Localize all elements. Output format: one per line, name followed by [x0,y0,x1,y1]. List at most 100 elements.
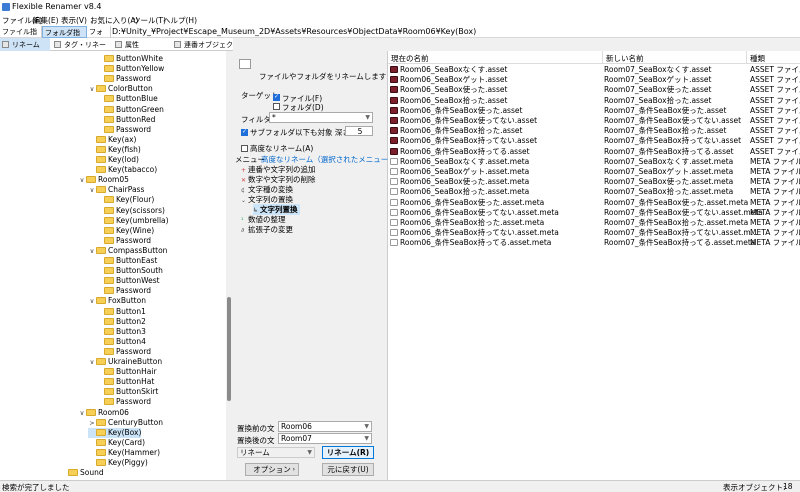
tab-attributes[interactable]: 属性 [113,38,163,51]
tree-node[interactable]: ∨ FoxButton [88,296,146,306]
tree-node[interactable]: Password [96,74,151,84]
chevron-down-icon[interactable]: ∨ [88,296,96,306]
tree-node[interactable]: Key(tabacco) [88,165,157,175]
tree-node[interactable]: Key(Card) [88,438,145,448]
tree-node[interactable]: ButtonSouth [96,266,163,276]
tree-node[interactable]: Key(fish) [88,145,141,155]
tree-node[interactable]: ButtonSkirt [96,387,158,397]
depth-field[interactable]: 5 [345,126,373,136]
undo-button[interactable]: 元に戻す(U) [322,463,374,476]
tree-node[interactable]: Password [96,125,151,135]
tree-node[interactable]: Key(Wine) [96,226,154,236]
tree-node[interactable]: Button1 [96,307,146,317]
tree-node[interactable]: Password [96,347,151,357]
menu-tools[interactable]: ツール(T) [133,15,166,26]
tab-rename[interactable]: リネーム [0,38,50,51]
tree-node[interactable]: ButtonHat [96,377,154,387]
menu-item-extension[interactable]: ∂ 拡張子の変更 [241,224,293,235]
tab-folder[interactable]: フォルダ [87,26,111,46]
tree-node[interactable]: Key(Flour) [96,195,154,205]
tree-node[interactable]: ∨ UkraineButton [88,357,162,367]
tree-node[interactable]: Key(Piggy) [88,458,148,468]
file-row[interactable]: Room06_SeaBoxゲット.asset.meta Room07_SeaBox… [388,167,800,177]
chevron-down-icon[interactable]: ∨ [78,408,86,418]
tree-node[interactable]: > CenturyButton [88,418,163,428]
target-file-checkbox[interactable] [273,93,280,101]
tree-node[interactable]: Button3 [96,327,146,337]
column-divider[interactable] [746,51,747,63]
file-list[interactable]: 現在の名前 新しい名前 種類 Room06_SeaBoxなくす.asset Roo… [388,51,800,480]
file-row[interactable]: Room06_SeaBox使った.asset.meta Room07_SeaBox… [388,177,800,187]
menu-favorites[interactable]: お気に入り(A) [90,15,138,26]
tree-node[interactable]: Password [96,397,151,407]
tree-node[interactable]: ∨ ChairPass [88,185,145,195]
rename-button[interactable]: リネーム(R) [322,446,374,459]
after-field[interactable]: Room07 ▼ [278,433,372,444]
file-row[interactable]: Room06_条件SeaBox使った.asset.meta Room07_条件Se… [388,198,800,208]
filter-select[interactable]: * ▼ [269,112,373,123]
tree-node[interactable]: ButtonEast [96,256,157,266]
tree-node[interactable]: ButtonGreen [96,105,164,115]
file-row[interactable]: Room06_条件SeaBox使ってない.asset.meta Room07_条件… [388,208,800,218]
tree-node[interactable]: Password [96,236,151,246]
path-field[interactable]: D:¥Unity_¥Project¥Escape_Museum_2D¥Asset… [112,27,476,36]
mode-select[interactable]: リネーム ▼ [237,447,315,458]
target-folder-checkbox[interactable] [273,103,280,110]
file-row[interactable]: Room06_SeaBox使った.asset Room07_SeaBox使った.a… [388,85,800,95]
file-row[interactable]: Room06_SeaBox拾った.asset.meta Room07_SeaBox… [388,187,800,197]
tree-node[interactable]: Key(Hammer) [88,448,160,458]
file-row[interactable]: Room06_条件SeaBox拾った.asset Room07_条件SeaBox拾… [388,126,800,136]
file-row[interactable]: Room06_SeaBoxゲット.asset Room07_SeaBoxゲット.a… [388,75,800,85]
chevron-right-icon[interactable]: > [88,418,96,428]
file-row[interactable]: Room06_条件SeaBox使った.asset Room07_条件SeaBox使… [388,106,800,116]
tree-node[interactable]: ButtonWhite [96,54,163,64]
subfolder-checkbox[interactable] [241,128,248,136]
tree-node[interactable]: ∨ Room05 [78,175,129,185]
tree-node[interactable]: ∨ CompassButton [88,246,168,256]
menu-view[interactable]: 表示(V) [61,15,87,26]
file-row[interactable]: Room06_条件SeaBox持ってる.asset Room07_条件SeaBox… [388,147,800,157]
menu-edit[interactable]: 編集(E) [33,15,59,26]
chevron-down-icon[interactable]: ∨ [78,175,86,185]
tree-node[interactable]: Key(ax) [88,135,136,145]
tree-node[interactable]: ButtonBlue [96,94,158,104]
file-row[interactable]: Room06_条件SeaBox持ってる.asset.meta Room07_条件S… [388,238,800,248]
tree-node[interactable]: Button4 [96,337,146,347]
file-row[interactable]: Room06_SeaBoxなくす.asset.meta Room07_SeaBox… [388,157,800,167]
tree-node[interactable]: Key(scissors) [96,206,165,216]
option-button[interactable]: オプション › [245,463,299,476]
file-row[interactable]: Room06_条件SeaBox持ってない.asset.meta Room07_条件… [388,228,800,238]
tree-node[interactable]: Key(umbrella) [96,216,169,226]
chevron-down-icon[interactable]: ∨ [88,185,96,195]
tree-node[interactable]: ButtonWest [96,276,160,286]
tree-node[interactable]: Sound [60,468,104,478]
file-row[interactable]: Room06_条件SeaBox持ってない.asset Room07_条件SeaBo… [388,136,800,146]
file-row[interactable]: Room06_条件SeaBox拾った.asset.meta Room07_条件Se… [388,218,800,228]
tab-tag-rename[interactable]: タグ・リネーム [52,38,112,59]
tree-node[interactable]: ButtonRed [96,115,155,125]
menu-help[interactable]: ヘルプ(H) [163,15,197,26]
advanced-checkbox[interactable] [241,145,248,152]
tree-node[interactable]: Button2 [96,317,146,327]
column-divider[interactable] [602,51,603,63]
tab-file-select[interactable]: ファイル指定 [0,26,42,46]
folder-tree[interactable]: ButtonWhite ButtonYellow Password ∨ ColorBut… [0,51,232,480]
tree-node[interactable]: ButtonYellow [96,64,164,74]
before-field[interactable]: Room06 ▼ [278,421,372,432]
file-row[interactable]: Room06_条件SeaBox使ってない.asset Room07_条件SeaBo… [388,116,800,126]
tree-node[interactable]: ∨ ColorButton [88,84,153,94]
tree-node[interactable]: Key(Box) [88,427,142,438]
tree-node[interactable]: ∨ Room06 [78,408,129,418]
tree-scrollbar-thumb[interactable] [227,297,231,401]
file-row[interactable]: Room06_SeaBoxなくす.asset Room07_SeaBoxなくす.a… [388,65,800,75]
file-row[interactable]: Room06_SeaBox拾った.asset Room07_SeaBox拾った.a… [388,96,800,106]
tab-sequence-objects[interactable]: 連番オブジェクト [172,38,233,59]
chevron-down-icon[interactable]: ∨ [88,84,96,94]
tree-node[interactable]: ButtonHair [96,367,157,377]
tree-node[interactable]: Key(lod) [88,155,139,165]
tab-folder-select[interactable]: フォルダ指定 [42,26,87,47]
tree-node[interactable]: Password [96,286,151,296]
chevron-down-icon[interactable]: ∨ [88,246,96,256]
tree-scrollbar[interactable] [226,51,232,480]
chevron-down-icon[interactable]: ∨ [88,357,96,367]
